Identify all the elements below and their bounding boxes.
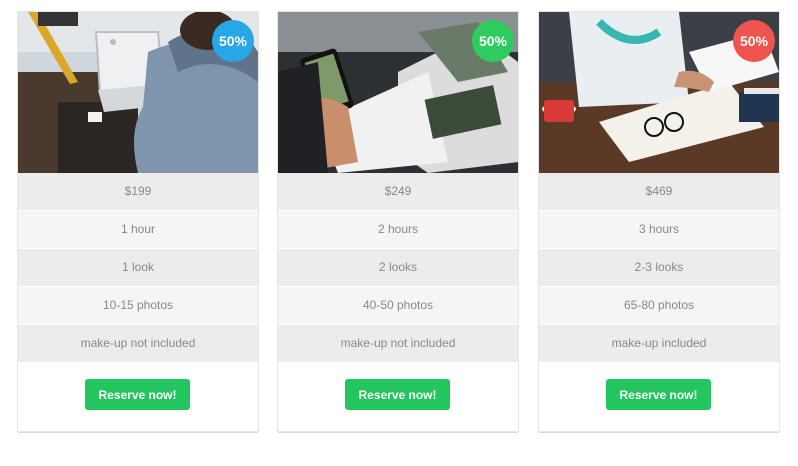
photos-row: 40-50 photos bbox=[278, 287, 518, 325]
feature-list: $469 3 hours 2-3 looks 65-80 photos make… bbox=[539, 173, 779, 363]
photos-row: 65-80 photos bbox=[539, 287, 779, 325]
feature-list: $249 2 hours 2 looks 40-50 photos make-u… bbox=[278, 173, 518, 363]
reserve-button[interactable]: Reserve now! bbox=[606, 379, 711, 410]
price-row: $469 bbox=[539, 173, 779, 211]
looks-row: 2-3 looks bbox=[539, 249, 779, 287]
price-row: $249 bbox=[278, 173, 518, 211]
notebook-desk-photo-icon: 50% bbox=[539, 12, 779, 173]
looks-row: 2 looks bbox=[278, 249, 518, 287]
makeup-row: make-up not included bbox=[278, 325, 518, 363]
duration-row: 2 hours bbox=[278, 211, 518, 249]
price-row: $199 bbox=[18, 173, 258, 211]
duration-row: 1 hour bbox=[18, 211, 258, 249]
photos-row: 10-15 photos bbox=[18, 287, 258, 325]
reserve-button[interactable]: Reserve now! bbox=[85, 379, 190, 410]
pricing-card-basic: 50% $199 1 hour 1 look 10-15 photos make… bbox=[18, 12, 258, 431]
makeup-row: make-up included bbox=[539, 325, 779, 363]
magazine-phone-photo-icon: 50% bbox=[278, 12, 518, 173]
discount-badge: 50% bbox=[472, 20, 514, 62]
discount-badge: 50% bbox=[733, 20, 775, 62]
pricing-card-standard: 50% $249 2 hours 2 looks 40-50 photos ma… bbox=[278, 12, 518, 431]
feature-list: $199 1 hour 1 look 10-15 photos make-up … bbox=[18, 173, 258, 363]
laptop-photo-icon: 50% bbox=[18, 12, 258, 173]
looks-row: 1 look bbox=[18, 249, 258, 287]
pricing-card-premium: 50% $469 3 hours 2-3 looks 65-80 photos … bbox=[539, 12, 779, 431]
makeup-row: make-up not included bbox=[18, 325, 258, 363]
duration-row: 3 hours bbox=[539, 211, 779, 249]
discount-badge: 50% bbox=[212, 20, 254, 62]
reserve-button[interactable]: Reserve now! bbox=[345, 379, 450, 410]
